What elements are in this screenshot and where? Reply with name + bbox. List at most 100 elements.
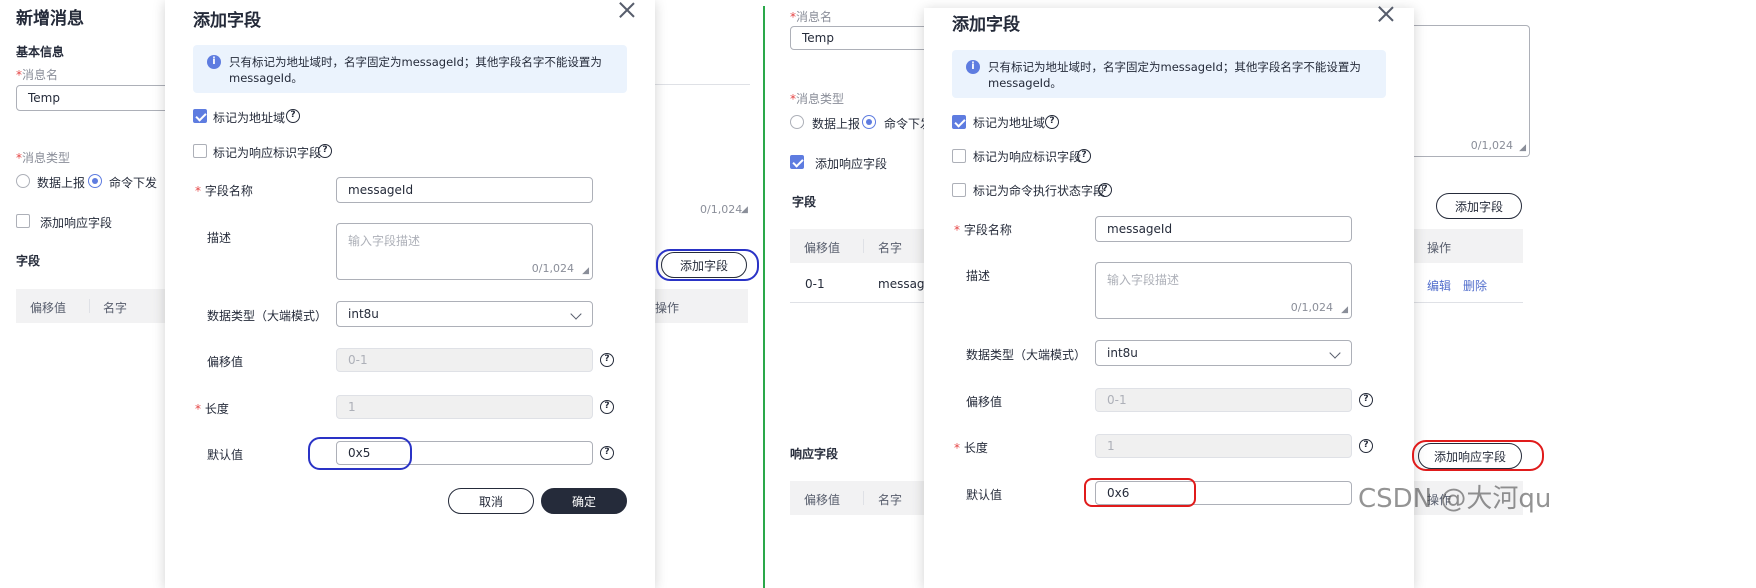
msg-type-label: *消息类型 xyxy=(16,151,71,165)
divider xyxy=(655,84,750,85)
table-header-right: 操作 xyxy=(1414,229,1523,263)
add-response-label: 添加响应字段 xyxy=(40,216,113,230)
add-field-button[interactable]: 添加字段 xyxy=(661,252,747,278)
msg-name-label: *消息名 xyxy=(790,10,833,24)
desc-textarea[interactable]: 输入字段描述 0/1,024 ◢ xyxy=(336,223,593,280)
datatype-select[interactable]: int8u xyxy=(1095,340,1352,366)
radio-report[interactable] xyxy=(16,174,30,188)
field-name-input[interactable]: messageId xyxy=(1095,216,1352,242)
response-table-header-left: 偏移值 名字 xyxy=(790,481,924,515)
info-icon: i xyxy=(966,60,980,74)
help-icon[interactable]: ? xyxy=(1359,393,1373,407)
response-fields-label: 响应字段 xyxy=(790,447,839,461)
help-icon[interactable]: ? xyxy=(1045,115,1059,129)
info-icon: i xyxy=(207,55,221,69)
col-offset: 偏移值 xyxy=(804,493,841,507)
mark-address-checkbox[interactable] xyxy=(193,109,207,123)
col-offset: 偏移值 xyxy=(804,241,841,255)
table-header-left: 偏移值 名字 xyxy=(16,289,165,323)
desc-textarea[interactable]: 输入字段描述 0/1,024 ◢ xyxy=(1095,262,1352,319)
add-response-checkbox[interactable] xyxy=(790,155,804,169)
help-icon[interactable]: ? xyxy=(600,400,614,414)
msg-name-input[interactable]: Temp xyxy=(16,85,176,111)
add-field-dialog-2: 添加字段 i 只有标记为地址域时，名字固定为messageId；其他字段名字不能… xyxy=(924,8,1414,588)
section-basic-info: 基本信息 xyxy=(16,45,65,59)
desc-counter: 0/1,024 xyxy=(700,203,743,216)
ok-button[interactable]: 确定 xyxy=(541,488,627,514)
chevron-down-icon xyxy=(1329,347,1341,359)
info-text: 只有标记为地址域时，名字固定为messageId；其他字段名字不能设置为mess… xyxy=(988,60,1361,90)
watermark: CSDN @大河qu xyxy=(1358,484,1552,514)
add-field-dialog-1: 添加字段 i 只有标记为地址域时，名字固定为messageId；其他字段名字不能… xyxy=(165,0,655,588)
field-name-label: * 字段名称 xyxy=(954,223,1012,237)
mark-cmd-status-checkbox[interactable] xyxy=(952,183,966,197)
help-icon[interactable]: ? xyxy=(318,144,332,158)
resize-grip-icon[interactable]: ◢ xyxy=(1519,144,1526,153)
help-icon[interactable]: ? xyxy=(1359,439,1373,453)
row-divider xyxy=(790,302,924,303)
close-icon[interactable] xyxy=(619,2,635,18)
fields-label: 字段 xyxy=(792,195,817,209)
mark-cmd-status-label: 标记为命令执行状态字段 xyxy=(973,184,1106,198)
default-label: 默认值 xyxy=(966,488,1003,502)
radio-command-label: 命令下发 xyxy=(884,117,924,131)
col-name: 名字 xyxy=(878,241,903,255)
add-response-checkbox[interactable] xyxy=(16,214,30,228)
table-header-left: 偏移值 名字 xyxy=(790,229,924,263)
dialog-title: 添加字段 xyxy=(193,11,261,31)
help-icon[interactable]: ? xyxy=(286,109,300,123)
resize-grip-icon[interactable]: ◢ xyxy=(1341,306,1348,315)
mark-address-checkbox[interactable] xyxy=(952,115,966,129)
length-label: * 长度 xyxy=(195,402,229,416)
table-header-right: 操作 xyxy=(655,289,748,323)
divider-line xyxy=(763,6,765,588)
mark-address-label: 标记为地址域 xyxy=(213,111,286,125)
resize-grip-icon[interactable]: ◢ xyxy=(741,205,748,215)
default-value-input[interactable]: 0x6 xyxy=(1095,481,1352,505)
mark-response-label: 标记为响应标识字段 xyxy=(213,146,322,160)
info-alert: i 只有标记为地址域时，名字固定为messageId；其他字段名字不能设置为me… xyxy=(193,45,627,93)
edit-link[interactable]: 编辑 xyxy=(1427,277,1451,294)
desc-textarea[interactable]: 0/1,024 ◢ xyxy=(1414,25,1530,157)
chevron-down-icon xyxy=(570,308,582,320)
mark-response-checkbox[interactable] xyxy=(193,144,207,158)
field-name-label: * 字段名称 xyxy=(195,184,253,198)
radio-command[interactable] xyxy=(88,174,102,188)
help-icon[interactable]: ? xyxy=(1098,183,1112,197)
datatype-label: 数据类型（大端模式） xyxy=(966,348,1087,362)
col-action: 操作 xyxy=(655,301,680,315)
desc-counter: 0/1,024 xyxy=(531,262,574,275)
datatype-select[interactable]: int8u xyxy=(336,301,593,327)
desc-counter: 0/1,024 xyxy=(1290,301,1333,314)
radio-command[interactable] xyxy=(862,115,876,129)
add-response-field-button[interactable]: 添加响应字段 xyxy=(1418,443,1522,469)
delete-link[interactable]: 删除 xyxy=(1463,277,1487,294)
radio-report[interactable] xyxy=(790,115,804,129)
mark-response-checkbox[interactable] xyxy=(952,149,966,163)
radio-report-label: 数据上报 xyxy=(37,176,86,190)
help-icon[interactable]: ? xyxy=(1077,149,1091,163)
help-icon[interactable]: ? xyxy=(600,353,614,367)
offset-input: 0-1 xyxy=(336,348,593,372)
default-value-input[interactable]: 0x5 xyxy=(336,441,593,465)
add-field-button[interactable]: 添加字段 xyxy=(1436,193,1522,219)
row-name: message xyxy=(878,277,924,291)
desc-label: 描述 xyxy=(966,269,991,283)
col-action: 操作 xyxy=(1427,241,1452,255)
page-title: 新增消息 xyxy=(16,9,84,29)
length-input: 1 xyxy=(336,395,593,419)
help-icon[interactable]: ? xyxy=(600,446,614,460)
close-icon[interactable] xyxy=(1378,6,1394,22)
col-offset: 偏移值 xyxy=(30,301,67,315)
radio-report-label: 数据上报 xyxy=(812,117,861,131)
msg-name-input[interactable]: Temp xyxy=(790,26,930,50)
row-divider xyxy=(1414,302,1523,303)
offset-label: 偏移值 xyxy=(207,355,244,369)
cancel-button[interactable]: 取消 xyxy=(448,488,534,514)
length-input: 1 xyxy=(1095,434,1352,458)
add-response-label: 添加响应字段 xyxy=(815,157,888,171)
desc-placeholder: 输入字段描述 xyxy=(348,234,421,248)
radio-command-label: 命令下发 xyxy=(109,176,158,190)
field-name-input[interactable]: messageId xyxy=(336,177,593,203)
resize-grip-icon[interactable]: ◢ xyxy=(582,267,589,276)
